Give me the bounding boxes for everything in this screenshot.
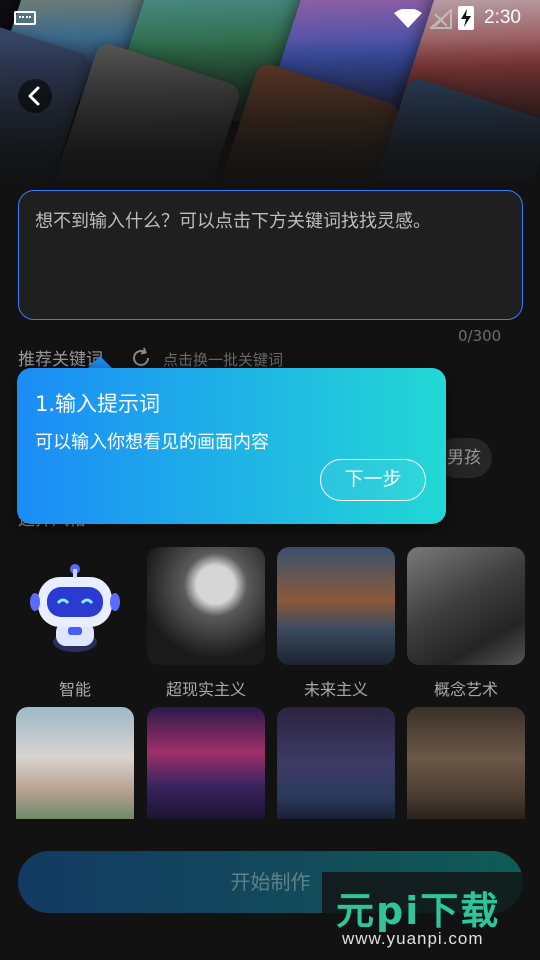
status-time: 2:30 <box>484 7 521 28</box>
wifi-icon <box>394 9 422 28</box>
status-bar: 2:30 <box>0 0 540 36</box>
prompt-placeholder: 想不到输入什么？可以点击下方关键词找找灵感。 <box>35 211 431 232</box>
back-button[interactable] <box>18 79 52 113</box>
battery-charging-icon <box>458 6 474 30</box>
watermark-url: www.yuanpi.com <box>342 929 484 948</box>
refresh-keywords-hint[interactable]: 点击换一批关键词 <box>163 349 283 370</box>
style-card-concept-art[interactable] <box>407 547 525 665</box>
robot-icon <box>30 564 120 652</box>
watermark-logo: 元pi下载 <box>336 889 501 933</box>
character-counter: 0/300 <box>458 327 502 345</box>
next-step-button[interactable]: 下一步 <box>320 459 426 501</box>
style-label: 智能 <box>58 680 91 699</box>
style-card-smart[interactable] <box>16 547 134 665</box>
style-label: 未来主义 <box>303 680 368 699</box>
prompt-input[interactable]: 想不到输入什么？可以点击下方关键词找找灵感。 <box>18 190 523 320</box>
tooltip-title: 1.输入提示词 <box>35 392 161 416</box>
style-label: 概念艺术 <box>433 680 498 699</box>
keyboard-icon <box>14 11 36 25</box>
style-card-surrealism[interactable] <box>147 547 265 665</box>
refresh-icon[interactable] <box>130 347 152 369</box>
style-card-futurism[interactable] <box>277 547 395 665</box>
onboarding-tooltip: 1.输入提示词 可以输入你想看见的画面内容 下一步 <box>17 368 446 524</box>
style-label: 超现实主义 <box>165 680 246 699</box>
style-card-oil-painting[interactable] <box>407 707 525 819</box>
tooltip-description: 可以输入你想看见的画面内容 <box>35 432 269 453</box>
chevron-left-icon <box>28 86 40 106</box>
style-card-cyberpunk[interactable] <box>147 707 265 819</box>
style-card-fantasy[interactable] <box>277 707 395 819</box>
cellular-signal-icon <box>430 9 452 29</box>
style-card-anime[interactable] <box>16 707 134 819</box>
